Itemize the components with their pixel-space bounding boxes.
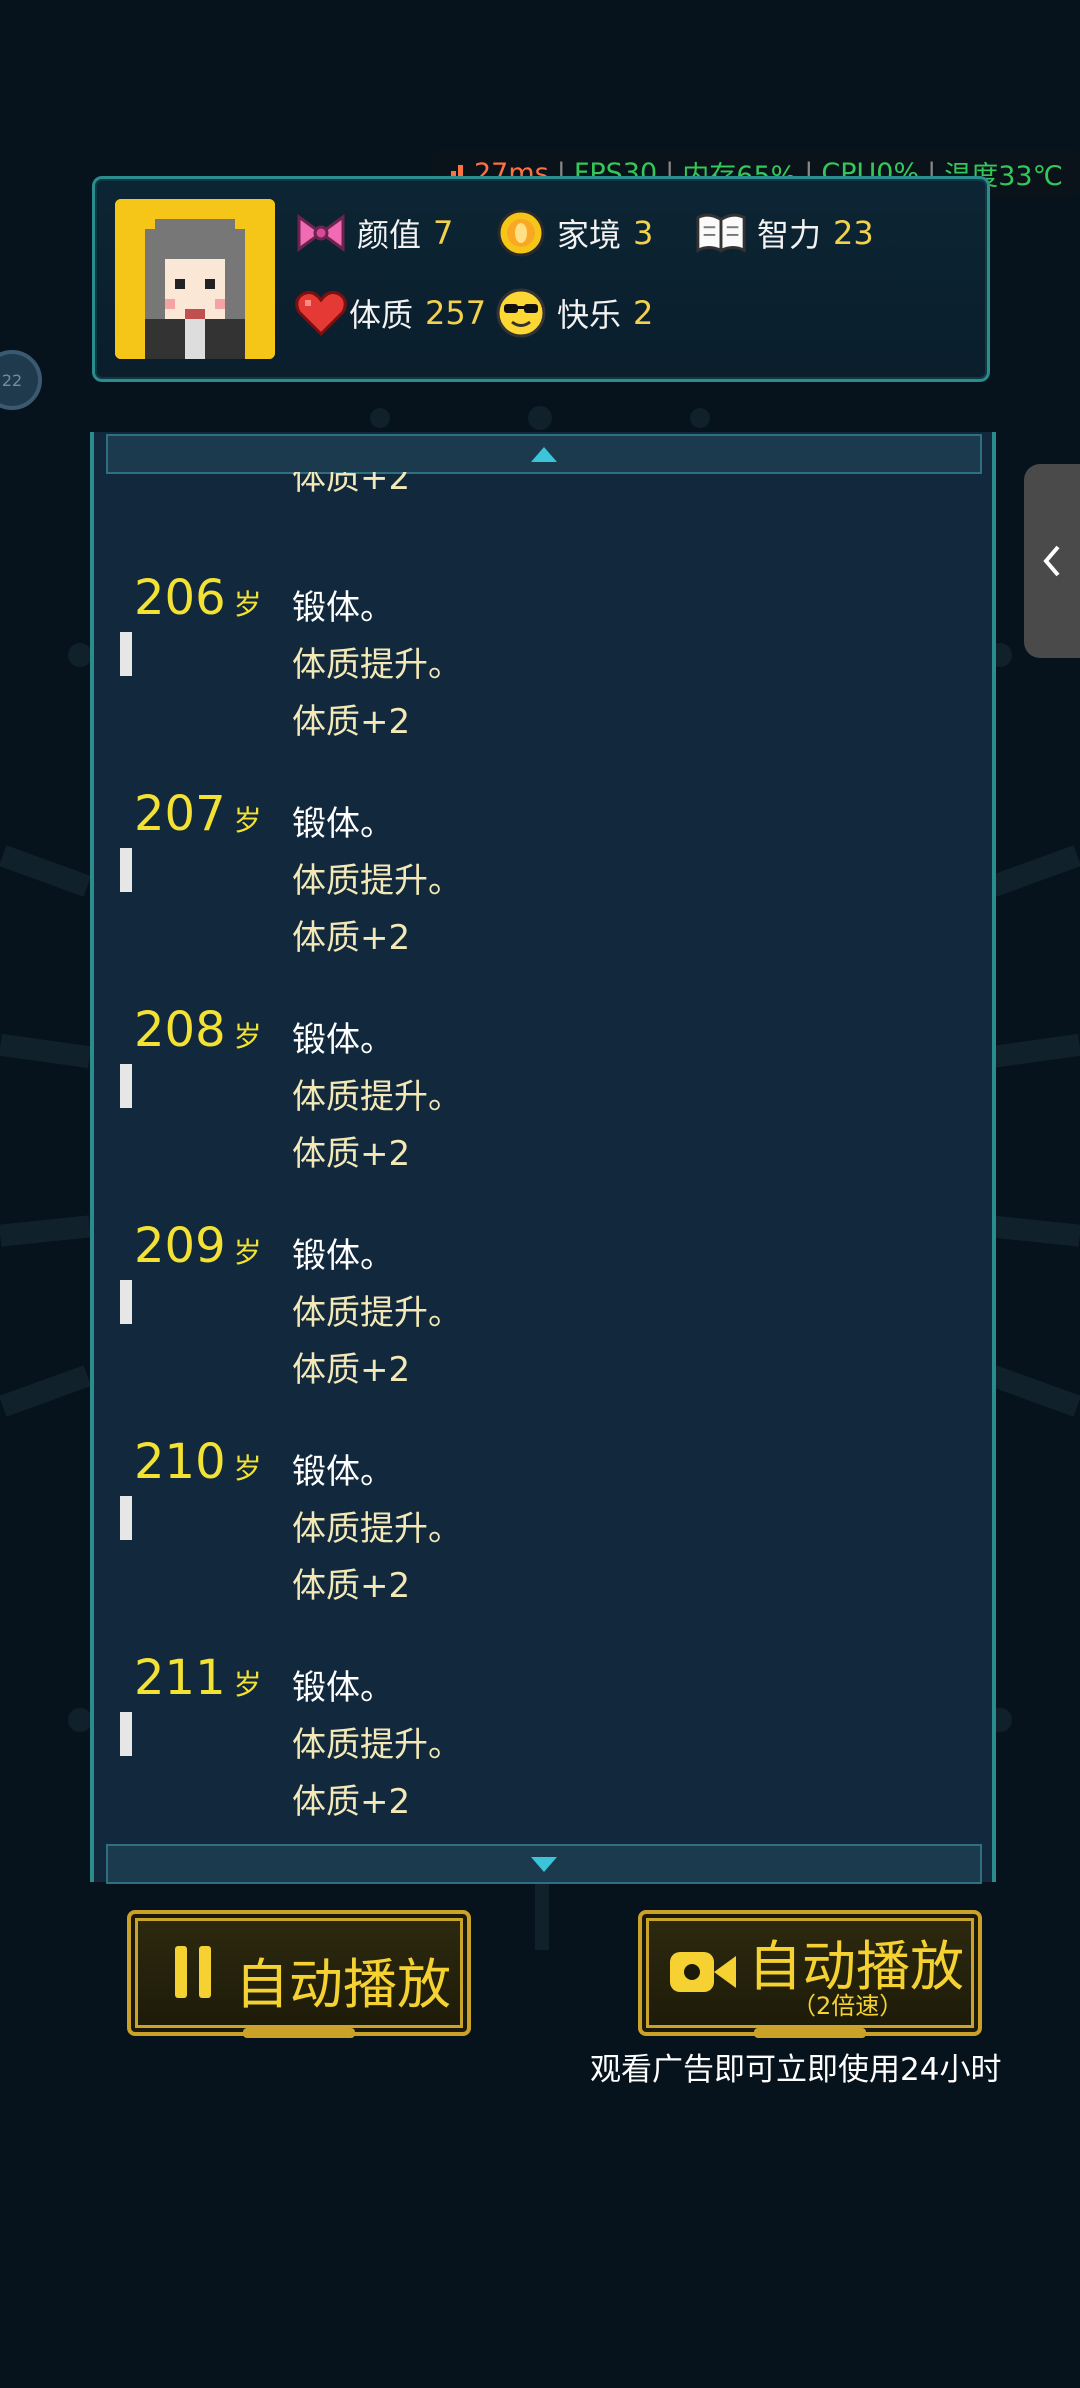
avatar	[115, 199, 275, 359]
entry-marker	[120, 1496, 132, 1540]
stat-looks: 颜值 7	[295, 207, 453, 259]
log-entry: 206 岁 锻体。 体质提升。 体质+2	[94, 570, 974, 780]
coin-icon	[495, 207, 547, 259]
entry-marker	[120, 1280, 132, 1324]
age-number: 208	[134, 1002, 226, 1058]
stat-family: 家境 3	[495, 207, 653, 259]
log-line: 锻体。	[292, 588, 394, 628]
chevron-left-icon	[1043, 545, 1060, 577]
log-line: 体质+2	[292, 1782, 411, 1822]
age-number: 211	[134, 1650, 226, 1706]
age-number: 207	[134, 786, 226, 842]
stat-intellect: 智力 23	[695, 207, 874, 259]
log-line: 体质提升。	[292, 645, 462, 685]
heart-icon	[295, 287, 347, 339]
log-line: 锻体。	[292, 1236, 394, 1276]
entry-marker	[120, 1712, 132, 1756]
life-log-panel[interactable]: 体质+2 206 岁 锻体。 体质提升。 体质+2 207 岁 锻体。 体质提升。 …	[90, 432, 996, 1884]
book-icon	[695, 207, 747, 259]
autoplay-label: 自动播放	[235, 1953, 451, 2016]
log-entry: 208 岁 锻体。 体质提升。 体质+2	[94, 1002, 974, 1212]
log-line: 锻体。	[292, 1452, 394, 1492]
log-line: 锻体。	[292, 1668, 394, 1708]
log-line: 体质提升。	[292, 1293, 462, 1333]
age-number: 210	[134, 1434, 226, 1490]
autoplay-2x-button[interactable]: 自动播放 （2倍速）	[638, 1910, 982, 2038]
bow-icon	[295, 207, 347, 259]
log-entry: 209 岁 锻体。 体质提升。 体质+2	[94, 1218, 974, 1428]
pause-icon	[175, 1946, 211, 1998]
log-entry: 207 岁 锻体。 体质提升。 体质+2	[94, 786, 974, 996]
log-line: 体质提升。	[292, 1077, 462, 1117]
log-entry: 211 岁 锻体。 体质提升。 体质+2	[94, 1650, 974, 1832]
ad-hint-text: 观看广告即可立即使用24小时	[590, 2052, 1002, 2088]
age-number: 206	[134, 570, 226, 626]
stat-physique: 体质 257	[295, 287, 486, 339]
stat-happiness: 快乐 2	[495, 287, 653, 339]
log-line: 体质+2	[292, 918, 411, 958]
arrow-down-icon	[531, 1856, 557, 1872]
scroll-down-button[interactable]	[106, 1844, 982, 1884]
speed-2x-label: （2倍速）	[792, 1992, 904, 2020]
entry-marker	[120, 1064, 132, 1108]
entry-marker	[120, 632, 132, 676]
log-line: 体质+2	[292, 1566, 411, 1606]
log-viewport: 体质+2 206 岁 锻体。 体质提升。 体质+2 207 岁 锻体。 体质提升。 …	[94, 472, 984, 1832]
log-line: 体质+2	[292, 1134, 411, 1174]
log-entry: 210 岁 锻体。 体质提升。 体质+2	[94, 1434, 974, 1644]
log-line: 体质提升。	[292, 861, 462, 901]
attributes-panel: 颜值 7 家境 3 智力 23 体质 257 快乐 2	[92, 176, 990, 382]
age-number: 209	[134, 1218, 226, 1274]
autoplay-button[interactable]: 自动播放	[127, 1910, 471, 2038]
log-line: 锻体。	[292, 804, 394, 844]
log-line: 体质提升。	[292, 1725, 462, 1765]
log-line: 体质+2	[292, 472, 411, 498]
video-camera-icon	[670, 1952, 736, 1992]
log-line: 锻体。	[292, 1020, 394, 1060]
log-line: 体质+2	[292, 1350, 411, 1390]
log-line: 体质+2	[292, 702, 411, 742]
scroll-up-button[interactable]	[106, 434, 982, 474]
side-panel-toggle[interactable]	[1024, 464, 1080, 658]
sunglasses-face-icon	[495, 287, 547, 339]
arrow-up-icon	[531, 446, 557, 462]
log-line: 体质提升。	[292, 1509, 462, 1549]
entry-marker	[120, 848, 132, 892]
